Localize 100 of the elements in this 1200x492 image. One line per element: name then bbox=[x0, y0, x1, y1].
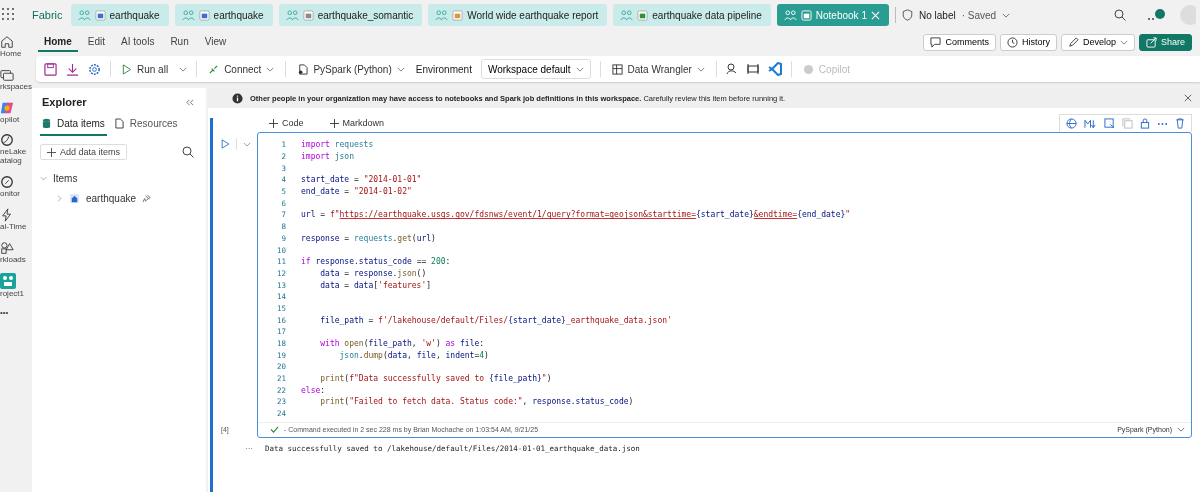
tree-section[interactable]: Items bbox=[40, 168, 198, 188]
connect-button[interactable]: Connect bbox=[206, 61, 277, 77]
code-line: start_date = "2014-01-01" bbox=[301, 175, 422, 185]
rail-label: onitor bbox=[0, 190, 21, 199]
add-data-items-button[interactable]: Add data items bbox=[40, 144, 128, 160]
vscode-icon[interactable] bbox=[767, 62, 782, 76]
code-line: data = data['features'] bbox=[319, 280, 432, 290]
rail-label: al-Time bbox=[0, 222, 28, 232]
notification-icon[interactable] bbox=[1146, 8, 1166, 22]
tab-label: earthquake data pipeline bbox=[652, 9, 762, 21]
document-icon bbox=[800, 9, 812, 21]
chevron-down-icon[interactable] bbox=[1177, 427, 1185, 432]
rail-label: Home bbox=[0, 50, 23, 59]
copilot-icon[interactable] bbox=[0, 100, 14, 115]
chevron-down-icon[interactable] bbox=[266, 66, 275, 72]
tree-item[interactable]: earthquake bbox=[40, 188, 198, 208]
download-icon[interactable] bbox=[66, 62, 79, 76]
select-icon[interactable] bbox=[1104, 118, 1115, 129]
code-line: if response.status_code == 200: bbox=[301, 257, 451, 267]
share-button[interactable]: Share bbox=[1138, 33, 1192, 51]
people-icon bbox=[77, 9, 91, 21]
search-icon[interactable] bbox=[182, 146, 194, 158]
stacked-windows-icon[interactable] bbox=[0, 67, 14, 82]
item-tab[interactable]: earthquake_somantic bbox=[278, 4, 423, 26]
item-tab[interactable]: earthquake bbox=[70, 4, 169, 26]
ribbon-tab[interactable]: Home bbox=[38, 32, 78, 52]
chevron-down-icon[interactable] bbox=[1002, 12, 1011, 18]
item-tab[interactable]: World wide earthquake report bbox=[428, 4, 608, 26]
add-cell-button[interactable]: Markdown bbox=[323, 117, 391, 129]
chevron-down-icon[interactable] bbox=[179, 66, 188, 72]
run-cell-icon[interactable] bbox=[221, 139, 230, 149]
code-line: else: bbox=[301, 385, 326, 395]
collapse-icon[interactable] bbox=[185, 98, 194, 106]
catalog-icon[interactable] bbox=[0, 133, 14, 148]
ribbon-tab[interactable]: View bbox=[198, 32, 233, 52]
chevron-down-icon[interactable] bbox=[396, 66, 405, 72]
save-status[interactable]: · Saved bbox=[961, 9, 997, 21]
person-icon[interactable] bbox=[725, 63, 738, 75]
ribbon-tab[interactable]: Edit bbox=[81, 32, 112, 52]
output-menu-icon[interactable]: ··· bbox=[245, 444, 253, 453]
markdown-icon[interactable] bbox=[1084, 118, 1097, 129]
more-icon[interactable] bbox=[1157, 121, 1168, 126]
ribbon-tab[interactable]: Run bbox=[164, 32, 195, 52]
data-wrangler-button[interactable]: Data Wrangler bbox=[609, 61, 707, 77]
environment-dropdown[interactable]: Workspace default bbox=[480, 59, 591, 79]
people-icon bbox=[435, 9, 449, 21]
code-cell[interactable] bbox=[257, 132, 1192, 438]
people-icon bbox=[620, 9, 634, 21]
database-icon bbox=[42, 118, 51, 129]
chevron-down-icon[interactable] bbox=[575, 66, 584, 72]
plus-icon bbox=[329, 118, 339, 128]
history-button[interactable]: History bbox=[999, 33, 1057, 51]
chevron-down-icon[interactable] bbox=[1119, 39, 1128, 45]
close-icon[interactable] bbox=[1184, 94, 1192, 102]
chevron-down-icon[interactable] bbox=[696, 66, 705, 72]
app-launcher-icon[interactable] bbox=[2, 8, 14, 20]
item-tab[interactable]: earthquake bbox=[174, 4, 273, 26]
workspace-icon[interactable] bbox=[0, 273, 16, 290]
plus-icon bbox=[47, 147, 56, 157]
document-icon bbox=[637, 9, 649, 21]
language-dropdown[interactable]: PySpark (Python) bbox=[295, 61, 407, 77]
shapes-icon[interactable] bbox=[0, 240, 14, 255]
add-cell-button[interactable]: Code bbox=[263, 117, 310, 129]
ribbon-tab[interactable]: AI tools bbox=[115, 32, 161, 52]
rail-label: rkloads bbox=[0, 255, 27, 265]
search-icon[interactable] bbox=[1114, 9, 1126, 21]
document-icon bbox=[297, 63, 309, 75]
monitor-icon[interactable] bbox=[0, 175, 14, 189]
people-icon bbox=[285, 9, 299, 21]
pin-icon[interactable] bbox=[142, 193, 152, 203]
settings-icon[interactable] bbox=[88, 62, 101, 76]
lakehouse-icon bbox=[69, 192, 80, 204]
delete-icon[interactable] bbox=[1175, 118, 1185, 129]
table-icon bbox=[611, 63, 623, 75]
home-icon[interactable] bbox=[0, 35, 14, 49]
frame-icon[interactable] bbox=[746, 63, 759, 75]
item-tab[interactable]: earthquake data pipeline bbox=[613, 4, 771, 26]
comment-button[interactable]: Comments bbox=[923, 33, 996, 51]
chevron-down-icon[interactable] bbox=[243, 141, 251, 147]
explorer-tab[interactable]: Resources bbox=[112, 114, 180, 136]
globe-icon[interactable] bbox=[1066, 118, 1077, 129]
develop-button[interactable]: Develop bbox=[1060, 33, 1135, 51]
rail-label: neLake atalog bbox=[0, 148, 28, 166]
code-line: with open(file_path, 'w') as file: bbox=[319, 339, 485, 349]
copilot-icon bbox=[802, 63, 814, 75]
more-icon[interactable]: ••• bbox=[0, 308, 9, 318]
document-icon bbox=[302, 9, 314, 21]
lightning-icon[interactable] bbox=[0, 207, 14, 222]
document-icon bbox=[114, 118, 124, 129]
explorer-tab[interactable]: Data items bbox=[40, 114, 107, 136]
explorer-title: Explorer bbox=[42, 96, 87, 108]
app-name[interactable]: Fabric bbox=[32, 9, 63, 21]
save-icon[interactable] bbox=[44, 62, 57, 76]
sensitivity-label[interactable]: No label bbox=[918, 9, 956, 21]
comment-icon bbox=[930, 36, 942, 48]
lock-icon[interactable] bbox=[1140, 118, 1150, 129]
play-icon bbox=[122, 63, 132, 75]
rail-label: rkspaces bbox=[0, 82, 31, 92]
run-all-button[interactable]: Run all bbox=[120, 61, 171, 77]
code-line: json.dump(data, file, indent=4) bbox=[338, 350, 489, 360]
